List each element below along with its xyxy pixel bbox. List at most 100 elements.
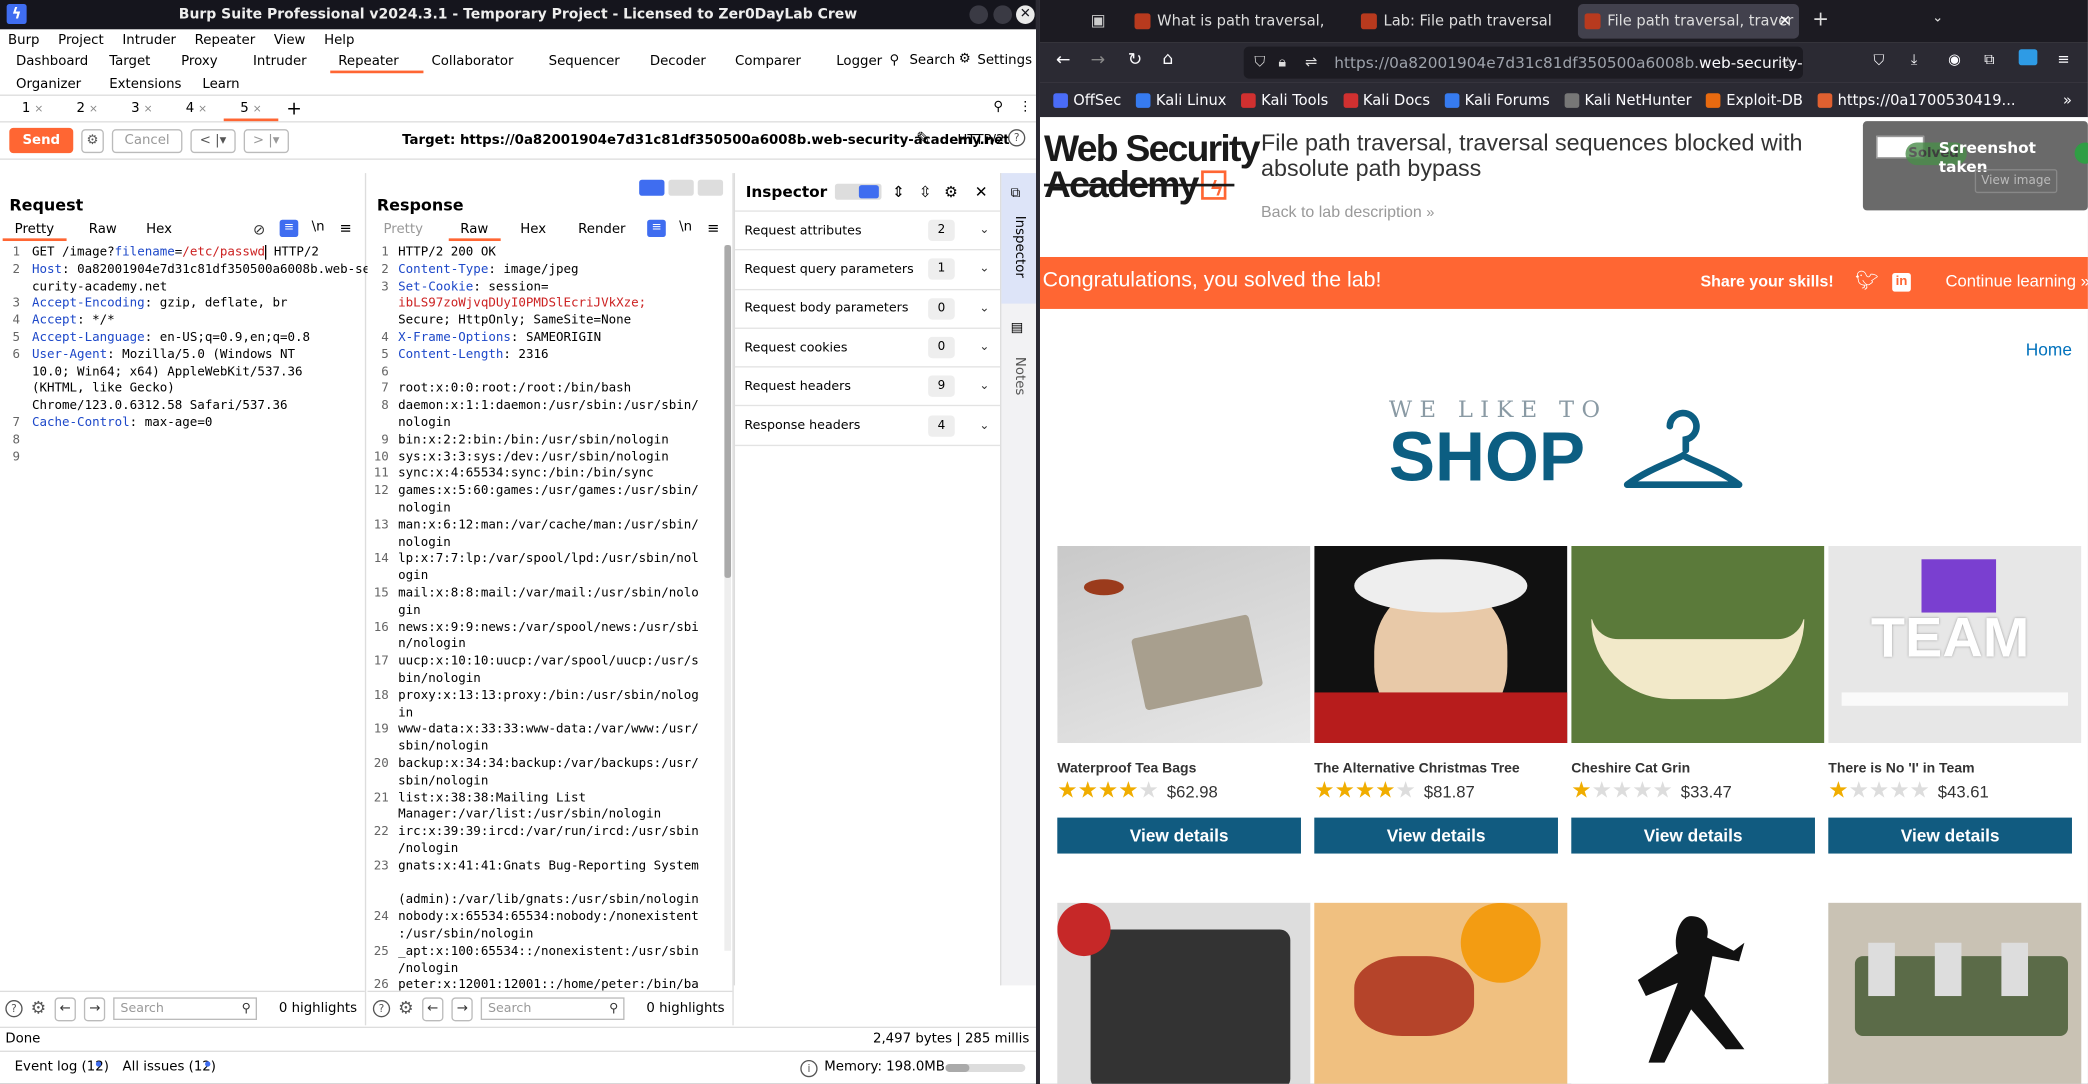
layout-split-icon[interactable] [639, 179, 665, 196]
list-tabs-icon[interactable]: ⌄ [1932, 11, 1943, 26]
bookmarks-overflow-icon[interactable]: » [2063, 91, 2072, 108]
search-icon[interactable]: ⚲ [993, 100, 1003, 115]
event-log-link[interactable]: Event log (12) [15, 1052, 109, 1084]
view-details-button[interactable]: View details [1571, 817, 1815, 854]
chevron-down-icon[interactable]: ⌄ [979, 419, 989, 432]
bookmark-item[interactable]: Kali Linux [1135, 91, 1226, 109]
newline-icon[interactable]: \n [312, 220, 325, 235]
bookmark-item[interactable]: Kali NetHunter [1564, 91, 1692, 109]
extensions-icon[interactable]: ⧉ [1984, 51, 1994, 70]
layout-tabs-icon[interactable] [697, 179, 724, 196]
tab-learn[interactable]: Learn [194, 73, 274, 96]
url-bar[interactable]: ⛉ 🔒︎ ⇌ https://0a82001904e7d31c81df35050… [1243, 46, 1803, 79]
send-button[interactable]: Send [9, 127, 74, 154]
menu-icon[interactable]: ≡ [707, 220, 719, 237]
repeater-tab-active[interactable]: 5 × [223, 97, 279, 121]
inspector-row[interactable]: Response headers 4 ⌄ [735, 405, 1001, 444]
product-image[interactable] [1057, 545, 1311, 744]
history-forward-button[interactable]: > |▾ [243, 128, 289, 153]
product-image-typewriter[interactable] [1057, 902, 1311, 1084]
view-details-button[interactable]: View details [1314, 817, 1558, 854]
tab-hex[interactable]: Hex [508, 221, 558, 241]
inspector-layout-toggle[interactable] [834, 183, 882, 200]
tab-dashboard[interactable]: Dashboard [8, 51, 101, 74]
gear-icon[interactable]: ⚙ [31, 999, 47, 1019]
tab-target[interactable]: Target [101, 51, 173, 74]
product-image[interactable] [1571, 545, 1825, 744]
expand-all-icon[interactable]: ⇕ [892, 173, 905, 210]
inspector-row[interactable]: Request headers 9 ⌄ [735, 366, 1001, 405]
request-search-input[interactable]: Search ⚲ [113, 997, 258, 1021]
product-image-beer-belt[interactable] [1828, 902, 2082, 1084]
prev-match-button[interactable]: ← [421, 996, 444, 1021]
tab-render[interactable]: Render [566, 221, 637, 241]
product-image[interactable]: TEAM [1828, 545, 2082, 744]
inspector-row[interactable]: Request query parameters 1 ⌄ [735, 249, 1001, 288]
hamburger-menu-icon[interactable]: ≡ [2057, 51, 2069, 68]
minimize-button[interactable] [969, 5, 989, 24]
bookmark-item[interactable]: Kali Tools [1241, 91, 1328, 109]
prev-match-button[interactable]: ← [54, 996, 76, 1021]
response-scrollbar[interactable] [724, 245, 732, 951]
layout-horizontal-icon[interactable] [668, 179, 694, 196]
menu-view[interactable]: View [274, 33, 306, 48]
reload-icon[interactable]: ↻ [1128, 51, 1143, 71]
tab-sequencer[interactable]: Sequencer [541, 51, 642, 74]
request-editor[interactable]: 1 2 3 4 5 6 7 8 9 GET /image?filename=/e… [0, 245, 370, 991]
side-tab-inspector[interactable]: ⧉ Inspector [1001, 173, 1036, 304]
inspector-row[interactable]: Request body parameters 0 ⌄ [735, 288, 1001, 327]
home-link[interactable]: Home [2026, 340, 2072, 360]
cancel-button[interactable]: Cancel [111, 128, 183, 153]
side-tab-notes[interactable]: ▤ Notes [1001, 314, 1036, 407]
help-icon[interactable]: ? [5, 1000, 23, 1018]
home-icon[interactable]: ⌂ [1162, 49, 1173, 69]
close-window-button[interactable]: ✕ [1016, 5, 1035, 24]
view-image-button[interactable]: View image [1974, 169, 2058, 194]
add-tab-icon[interactable]: + [286, 98, 302, 119]
gear-icon[interactable]: ⚙ [398, 999, 414, 1019]
tab-raw[interactable]: Raw [77, 221, 129, 241]
next-match-button[interactable]: → [83, 996, 106, 1021]
gear-icon[interactable]: ⚙ [959, 52, 971, 67]
repeater-tab[interactable]: 3 × [115, 97, 170, 121]
close-tab-icon[interactable]: × [34, 102, 43, 114]
menu-help[interactable]: Help [324, 33, 354, 48]
close-tab-icon[interactable]: × [198, 102, 207, 114]
all-issues-link[interactable]: All issues (12) [123, 1052, 216, 1084]
chevron-down-icon[interactable]: ⌄ [979, 341, 989, 354]
twitter-icon[interactable]: 🐦︎ [1855, 269, 1879, 292]
chevron-down-icon[interactable]: ⌄ [979, 224, 989, 237]
help-icon[interactable]: ? [372, 1000, 391, 1018]
back-icon[interactable]: ← [1056, 51, 1071, 71]
bookmark-item[interactable]: Exploit-DB [1706, 91, 1803, 109]
product-image-food[interactable] [1314, 902, 1568, 1084]
wsa-logo[interactable]: Web Security Academy ϟ [1043, 130, 1260, 203]
account-icon[interactable]: ◉ [1948, 51, 1961, 68]
inspector-row[interactable]: Request cookies 0 ⌄ [735, 327, 1001, 366]
tab-overview-icon[interactable]: ▣ [1091, 11, 1106, 30]
product-image-silhouette[interactable] [1571, 902, 1825, 1084]
close-tab-icon[interactable]: × [253, 102, 262, 114]
tab-proxy[interactable]: Proxy [173, 51, 245, 74]
wrap-lines-icon[interactable]: ≡ [279, 219, 299, 238]
newline-icon[interactable]: \n [679, 220, 692, 235]
response-search-input[interactable]: Search ⚲ [481, 997, 626, 1021]
search-icon[interactable]: ⚲ [890, 53, 900, 68]
tab-pretty[interactable]: Pretty [2, 221, 67, 242]
menu-project[interactable]: Project [58, 33, 104, 48]
continue-learning-link[interactable]: Continue learning » [1945, 272, 2087, 291]
bookmark-star-icon[interactable]: ☆ [1781, 47, 1795, 79]
tab-logger[interactable]: Logger [828, 51, 889, 74]
more-vertical-icon[interactable]: ⋮ [1019, 100, 1032, 115]
tab-organizer[interactable]: Organizer [8, 73, 101, 96]
menu-burp[interactable]: Burp [8, 33, 40, 48]
chevron-down-icon[interactable]: ⌄ [979, 302, 989, 315]
history-back-button[interactable]: < |▾ [190, 128, 236, 153]
tab-decoder[interactable]: Decoder [642, 51, 727, 74]
browser-tab[interactable]: Lab: File path traversal, tr [1354, 4, 1551, 39]
bookmark-item[interactable]: Kali Forums [1444, 91, 1550, 109]
menu-repeater[interactable]: Repeater [195, 33, 256, 48]
tab-intruder[interactable]: Intruder [245, 51, 330, 74]
http-version[interactable]: HTTP/2 [957, 133, 1004, 148]
linkedin-icon[interactable]: in [1892, 272, 1911, 292]
